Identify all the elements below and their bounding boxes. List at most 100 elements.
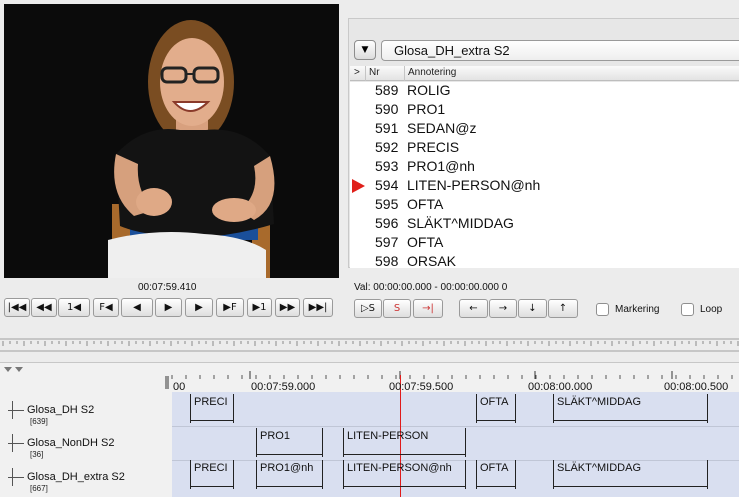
go-to-end-icon: ▶▶| xyxy=(308,301,328,313)
annotation-extra[interactable]: PRO1@nh xyxy=(256,460,323,489)
annotation-table: 589 ROLIG 590 PRO1 591 SEDAN@z 592 PRECIS 593 PRO… xyxy=(350,82,739,268)
active-annotation-right-button[interactable]: → xyxy=(489,299,517,318)
selection-to-crosshair-button[interactable]: →| xyxy=(413,299,443,318)
annotation-extra[interactable]: OFTA xyxy=(476,460,516,489)
time-ruler-label: 00:07:59.500 xyxy=(389,381,454,393)
row-nr: 593 xyxy=(375,158,399,174)
next-scroll-view-icon: ▶▶ xyxy=(279,301,296,313)
row-nr: 596 xyxy=(375,215,399,231)
annotation-dh[interactable]: SLÄKT^MIDDAG xyxy=(553,394,708,423)
annotation-label: PRECI xyxy=(194,462,228,474)
annotation-label: SLÄKT^MIDDAG xyxy=(557,462,642,474)
row-annotation: SLÄKT^MIDDAG xyxy=(407,215,514,231)
selection-mode-forward-button[interactable]: ▶ xyxy=(185,298,213,317)
table-row[interactable]: 594 LITEN-PERSON@nh xyxy=(350,176,739,195)
active-annotation-up-icon: ↑ xyxy=(558,302,568,314)
play-selection-button[interactable]: ▷S xyxy=(354,299,382,318)
row-nr: 589 xyxy=(375,82,399,98)
table-row[interactable]: 595 OFTA xyxy=(350,195,739,214)
selection-back-icon: ◀ xyxy=(133,301,141,313)
tier-label-2[interactable]: Glosa_DH_extra S2 xyxy=(27,471,125,483)
column-annotation-header[interactable]: Annotering xyxy=(408,67,456,78)
column-nr-header[interactable]: Nr xyxy=(369,67,380,78)
table-row[interactable]: 592 PRECIS xyxy=(350,138,739,157)
selection-mode-back-button[interactable]: ◀ xyxy=(121,298,153,317)
time-ruler-label: 00:07:59.000 xyxy=(251,381,316,393)
frame-back-icon: F◀ xyxy=(99,301,113,313)
annotation-extra[interactable]: LITEN-PERSON@nh xyxy=(343,460,466,489)
annotation-extra[interactable]: SLÄKT^MIDDAG xyxy=(553,460,708,489)
annotation-dh[interactable]: OFTA xyxy=(476,394,516,423)
row-annotation: SEDAN@z xyxy=(407,120,477,136)
row-annotation: OFTA xyxy=(407,196,444,212)
step-back-button[interactable]: 1◀ xyxy=(58,298,90,317)
go-to-end-button[interactable]: ▶▶| xyxy=(303,298,333,317)
annotation-label: PRECI xyxy=(194,396,228,408)
clear-selection-button[interactable]: S xyxy=(383,299,411,318)
markering-label: Markering xyxy=(615,304,660,315)
timeline-ruler xyxy=(4,367,733,389)
table-row[interactable]: 596 SLÄKT^MIDDAG xyxy=(350,214,739,233)
row-annotation: PRECIS xyxy=(407,139,460,155)
row-nr: 591 xyxy=(375,120,399,136)
annotation-label: LITEN-PERSON xyxy=(347,430,429,442)
table-row[interactable]: 589 ROLIG xyxy=(350,82,739,100)
annotation-label: LITEN-PERSON@nh xyxy=(347,462,452,474)
play-button[interactable]: ▶ xyxy=(155,298,182,317)
timeline-overview-ruler[interactable] xyxy=(0,333,739,357)
row-nr: 594 xyxy=(375,177,399,193)
next-scroll-view-button[interactable]: ▶▶ xyxy=(275,298,300,317)
row-nr: 598 xyxy=(375,253,399,268)
annotation-label: OFTA xyxy=(480,396,509,408)
play-selection-icon: ▷S xyxy=(360,302,376,314)
current-annotation-marker-icon xyxy=(352,179,365,193)
table-row[interactable]: 591 SEDAN@z xyxy=(350,119,739,138)
annotation-label: SLÄKT^MIDDAG xyxy=(557,396,642,408)
tier-label-0[interactable]: Glosa_DH S2 xyxy=(27,404,94,416)
loop-label: Loop xyxy=(700,304,723,315)
annotation-label: PRO1 xyxy=(260,430,290,442)
tier-dropdown-button[interactable]: ▼ xyxy=(354,40,376,60)
tier-collapse-all-icon xyxy=(15,367,23,372)
frame-forward-button[interactable]: ▶F xyxy=(216,298,244,317)
overview-ticks xyxy=(0,338,739,352)
frame-back-button[interactable]: F◀ xyxy=(93,298,119,317)
video-frame-image xyxy=(4,4,339,278)
column-marker-header[interactable]: > xyxy=(354,67,360,78)
annotation-label: OFTA xyxy=(480,462,509,474)
tier-label-1[interactable]: Glosa_NonDH S2 xyxy=(27,437,114,449)
active-annotation-left-icon: ← xyxy=(469,302,478,314)
go-to-begin-button[interactable]: |◀◀ xyxy=(4,298,30,317)
step-forward-button[interactable]: ▶1 xyxy=(247,298,272,317)
elan-window: 00:07:59.410 ▼ Glosa_DH_extra S2 > Nr An… xyxy=(0,0,739,497)
table-row[interactable]: 598 ORSAK xyxy=(350,252,739,268)
loop-checkbox[interactable] xyxy=(681,303,694,316)
table-row[interactable]: 590 PRO1 xyxy=(350,100,739,119)
annotation-nondh[interactable]: LITEN-PERSON xyxy=(343,428,466,457)
markering-checkbox[interactable] xyxy=(596,303,609,316)
selection-label: Val: 00:00:00.000 - 00:00:00.000 0 xyxy=(354,282,508,293)
active-annotation-down-button[interactable]: ↓ xyxy=(518,299,547,318)
active-annotation-up-button[interactable]: ↑ xyxy=(548,299,578,318)
play-icon: ▶ xyxy=(164,301,173,313)
active-annotation-left-button[interactable]: ← xyxy=(459,299,488,318)
video-viewer[interactable] xyxy=(4,4,339,278)
row-annotation: PRO1 xyxy=(407,101,446,117)
row-annotation: PRO1@nh xyxy=(407,158,475,174)
table-row[interactable]: 593 PRO1@nh xyxy=(350,157,739,176)
tier-annotation-count: [639] xyxy=(30,417,48,426)
active-annotation-down-icon: ↓ xyxy=(528,302,537,314)
tier-collapse-icon xyxy=(4,367,12,372)
annotation-nondh[interactable]: PRO1 xyxy=(256,428,323,457)
annotation-dh[interactable]: PRECI xyxy=(190,394,234,423)
row-nr: 590 xyxy=(375,101,399,117)
tier-annotation-count: [667] xyxy=(30,484,48,493)
tier-tree-branch xyxy=(8,443,24,444)
previous-scroll-view-button[interactable]: ◀◀ xyxy=(31,298,57,317)
previous-scroll-view-icon: ◀◀ xyxy=(36,301,52,313)
annotation-extra[interactable]: PRECI xyxy=(190,460,234,489)
time-ruler-label: 00 xyxy=(173,381,186,393)
table-row[interactable]: 597 OFTA xyxy=(350,233,739,252)
tier-select[interactable]: Glosa_DH_extra S2 xyxy=(381,40,739,61)
dropdown-arrow-icon: ▼ xyxy=(361,45,369,55)
